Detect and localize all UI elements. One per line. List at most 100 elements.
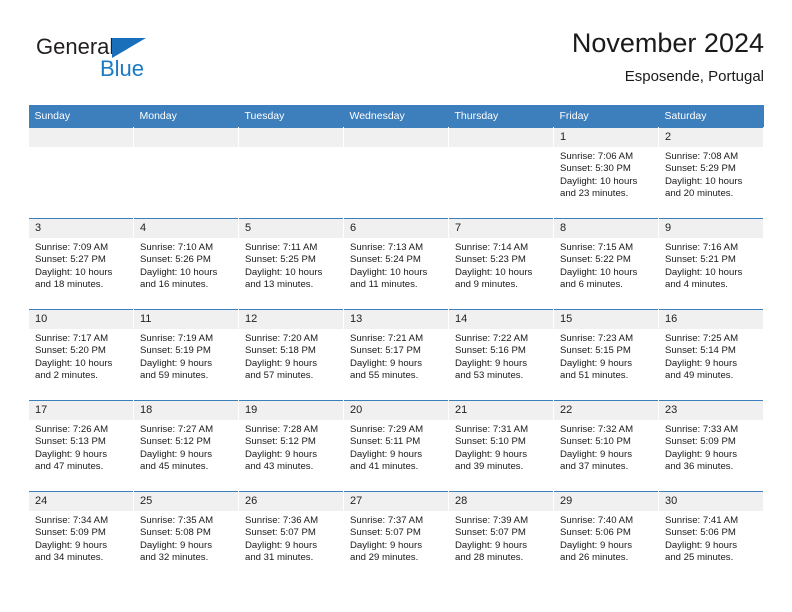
calendar-day-cell[interactable]: 21 Sunrise: 7:31 AM Sunset: 5:10 PM Dayligh… (448, 400, 554, 492)
calendar-day-cell-empty (448, 127, 554, 219)
daylight-duration-line2: and 32 minutes. (140, 552, 209, 564)
calendar-day-cell[interactable]: 15 Sunrise: 7:23 AM Sunset: 5:15 PM Dayligh… (553, 309, 659, 401)
sunset-time: Sunset: 5:23 PM (455, 254, 526, 266)
day-number: 4 (134, 219, 238, 238)
calendar-day-cell[interactable]: 7 Sunrise: 7:14 AM Sunset: 5:23 PM Daylight… (448, 218, 554, 310)
calendar-day-cell[interactable]: 22 Sunrise: 7:32 AM Sunset: 5:10 PM Dayligh… (553, 400, 659, 492)
logo-text-blue: Blue (100, 56, 145, 81)
day-sun-details: Sunrise: 7:36 AM Sunset: 5:07 PM Daylight:… (239, 511, 343, 565)
day-number: 28 (449, 492, 553, 511)
calendar-week-row: 1 Sunrise: 7:06 AM Sunset: 5:30 PM Daylight… (28, 127, 764, 219)
daylight-duration-line1: Daylight: 9 hours (455, 539, 527, 551)
sunrise-time: Sunrise: 7:19 AM (140, 333, 214, 344)
sunset-time: Sunset: 5:09 PM (665, 436, 736, 448)
day-sun-details: Sunrise: 7:11 AM Sunset: 5:25 PM Daylight:… (239, 238, 343, 292)
calendar-day-cell[interactable]: 30 Sunrise: 7:41 AM Sunset: 5:06 PM Dayligh… (658, 491, 764, 582)
daylight-duration-line2: and 43 minutes. (245, 461, 314, 473)
general-blue-logo[interactable]: General Blue (36, 34, 236, 90)
calendar-day-cell[interactable]: 11 Sunrise: 7:19 AM Sunset: 5:19 PM Dayligh… (133, 309, 239, 401)
daylight-duration-line2: and 13 minutes. (245, 279, 314, 291)
sunrise-time: Sunrise: 7:26 AM (35, 424, 109, 435)
calendar-day-cell[interactable]: 6 Sunrise: 7:13 AM Sunset: 5:24 PM Daylight… (343, 218, 449, 310)
daylight-duration-line1: Daylight: 9 hours (350, 539, 422, 551)
sunrise-time: Sunrise: 7:32 AM (560, 424, 634, 435)
daylight-duration-line2: and 18 minutes. (35, 279, 104, 291)
day-sun-details: Sunrise: 7:19 AM Sunset: 5:19 PM Daylight:… (134, 329, 238, 383)
calendar-day-cell[interactable]: 3 Sunrise: 7:09 AM Sunset: 5:27 PM Daylight… (28, 218, 134, 310)
daylight-duration-line1: Daylight: 9 hours (245, 539, 317, 551)
daylight-duration-line2: and 49 minutes. (665, 370, 734, 382)
calendar-day-cell[interactable]: 16 Sunrise: 7:25 AM Sunset: 5:14 PM Dayligh… (658, 309, 764, 401)
daylight-duration-line1: Daylight: 10 hours (455, 266, 533, 278)
calendar-day-cell[interactable]: 1 Sunrise: 7:06 AM Sunset: 5:30 PM Daylight… (553, 127, 659, 219)
calendar-day-cell[interactable]: 23 Sunrise: 7:33 AM Sunset: 5:09 PM Dayligh… (658, 400, 764, 492)
calendar-day-cell[interactable]: 9 Sunrise: 7:16 AM Sunset: 5:21 PM Daylight… (658, 218, 764, 310)
daylight-duration-line1: Daylight: 9 hours (245, 357, 317, 369)
daylight-duration-line1: Daylight: 9 hours (665, 448, 737, 460)
sunrise-time: Sunrise: 7:31 AM (455, 424, 529, 435)
calendar-day-cell[interactable]: 10 Sunrise: 7:17 AM Sunset: 5:20 PM Dayligh… (28, 309, 134, 401)
daylight-duration-line2: and 2 minutes. (35, 370, 98, 382)
day-number (239, 128, 343, 147)
daylight-duration-line2: and 51 minutes. (560, 370, 629, 382)
sunset-time: Sunset: 5:12 PM (245, 436, 316, 448)
day-number: 14 (449, 310, 553, 329)
calendar-day-cell[interactable]: 25 Sunrise: 7:35 AM Sunset: 5:08 PM Dayligh… (133, 491, 239, 582)
calendar-day-cell[interactable]: 2 Sunrise: 7:08 AM Sunset: 5:29 PM Daylight… (658, 127, 764, 219)
daylight-duration-line2: and 47 minutes. (35, 461, 104, 473)
daylight-duration-line1: Daylight: 10 hours (35, 357, 113, 369)
daylight-duration-line1: Daylight: 10 hours (665, 175, 743, 187)
calendar-day-cell[interactable]: 20 Sunrise: 7:29 AM Sunset: 5:11 PM Dayligh… (343, 400, 449, 492)
page-subtitle-location: Esposende, Portugal (624, 68, 764, 85)
weekday-header-wednesday: Wednesday (343, 105, 449, 128)
sunrise-time: Sunrise: 7:29 AM (350, 424, 424, 435)
daylight-duration-line1: Daylight: 9 hours (35, 448, 107, 460)
daylight-duration-line2: and 41 minutes. (350, 461, 419, 473)
daylight-duration-line2: and 28 minutes. (455, 552, 524, 564)
calendar-day-cell[interactable]: 12 Sunrise: 7:20 AM Sunset: 5:18 PM Dayligh… (238, 309, 344, 401)
sunrise-time: Sunrise: 7:40 AM (560, 515, 634, 526)
day-sun-details: Sunrise: 7:20 AM Sunset: 5:18 PM Daylight:… (239, 329, 343, 383)
calendar-day-cell[interactable]: 5 Sunrise: 7:11 AM Sunset: 5:25 PM Daylight… (238, 218, 344, 310)
day-number: 10 (29, 310, 133, 329)
sunset-time: Sunset: 5:07 PM (455, 527, 526, 539)
sunset-time: Sunset: 5:10 PM (455, 436, 526, 448)
calendar-day-cell[interactable]: 19 Sunrise: 7:28 AM Sunset: 5:12 PM Dayligh… (238, 400, 344, 492)
sunset-time: Sunset: 5:15 PM (560, 345, 631, 357)
daylight-duration-line1: Daylight: 9 hours (245, 448, 317, 460)
daylight-duration-line1: Daylight: 9 hours (35, 539, 107, 551)
calendar-day-cell[interactable]: 29 Sunrise: 7:40 AM Sunset: 5:06 PM Dayligh… (553, 491, 659, 582)
calendar-day-cell[interactable]: 8 Sunrise: 7:15 AM Sunset: 5:22 PM Daylight… (553, 218, 659, 310)
calendar-day-cell[interactable]: 28 Sunrise: 7:39 AM Sunset: 5:07 PM Dayligh… (448, 491, 554, 582)
calendar-week-row: 3 Sunrise: 7:09 AM Sunset: 5:27 PM Daylight… (28, 218, 764, 310)
day-sun-details: Sunrise: 7:39 AM Sunset: 5:07 PM Daylight:… (449, 511, 553, 565)
weekday-header-friday: Friday (553, 105, 659, 128)
calendar-day-cell[interactable]: 4 Sunrise: 7:10 AM Sunset: 5:26 PM Daylight… (133, 218, 239, 310)
day-number: 21 (449, 401, 553, 420)
daylight-duration-line1: Daylight: 10 hours (560, 266, 638, 278)
calendar-day-cell[interactable]: 18 Sunrise: 7:27 AM Sunset: 5:12 PM Dayligh… (133, 400, 239, 492)
calendar-day-cell[interactable]: 14 Sunrise: 7:22 AM Sunset: 5:16 PM Dayligh… (448, 309, 554, 401)
day-number: 22 (554, 401, 658, 420)
calendar-day-cell[interactable]: 24 Sunrise: 7:34 AM Sunset: 5:09 PM Dayligh… (28, 491, 134, 582)
sunset-time: Sunset: 5:17 PM (350, 345, 421, 357)
calendar-day-cell-empty (343, 127, 449, 219)
weekday-header-tuesday: Tuesday (238, 105, 344, 128)
daylight-duration-line2: and 4 minutes. (665, 279, 728, 291)
sunset-time: Sunset: 5:10 PM (560, 436, 631, 448)
calendar-day-cell[interactable]: 13 Sunrise: 7:21 AM Sunset: 5:17 PM Dayligh… (343, 309, 449, 401)
sunrise-time: Sunrise: 7:35 AM (140, 515, 214, 526)
weekday-header-thursday: Thursday (448, 105, 554, 128)
daylight-duration-line2: and 31 minutes. (245, 552, 314, 564)
calendar-day-cell[interactable]: 27 Sunrise: 7:37 AM Sunset: 5:07 PM Dayligh… (343, 491, 449, 582)
calendar-header-row-group: Sunday Monday Tuesday Wednesday Thursday… (28, 105, 764, 128)
daylight-duration-line2: and 59 minutes. (140, 370, 209, 382)
calendar-week-row: 24 Sunrise: 7:34 AM Sunset: 5:09 PM Dayligh… (28, 491, 764, 582)
page-header: General Blue November 2024 Esposende, Po… (28, 26, 764, 98)
day-number: 6 (344, 219, 448, 238)
sunset-time: Sunset: 5:06 PM (665, 527, 736, 539)
calendar-day-cell[interactable]: 26 Sunrise: 7:36 AM Sunset: 5:07 PM Dayligh… (238, 491, 344, 582)
sunset-time: Sunset: 5:08 PM (140, 527, 211, 539)
daylight-duration-line2: and 57 minutes. (245, 370, 314, 382)
calendar-day-cell[interactable]: 17 Sunrise: 7:26 AM Sunset: 5:13 PM Dayligh… (28, 400, 134, 492)
